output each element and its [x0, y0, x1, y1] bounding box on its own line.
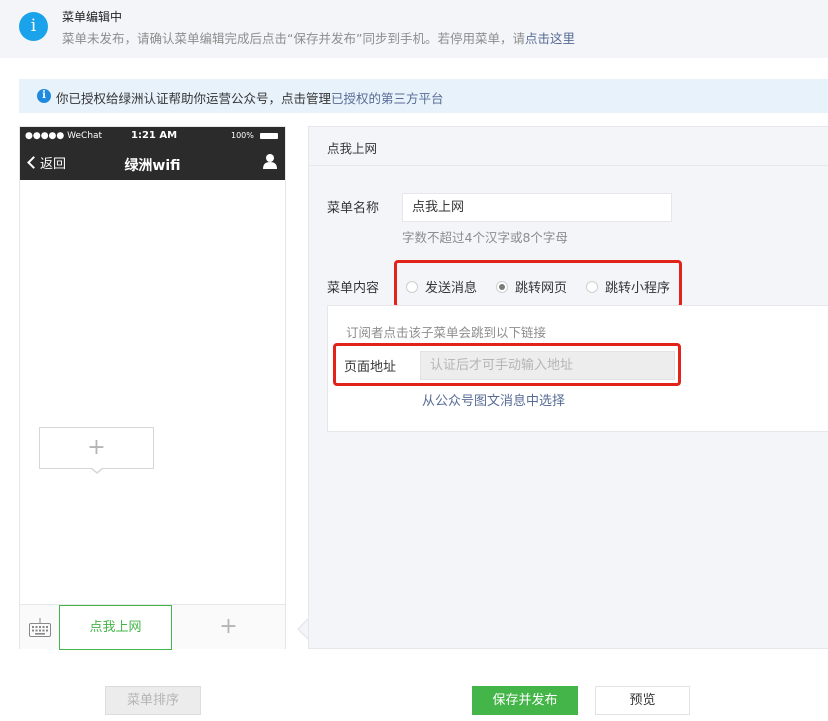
menu-name-label: 菜单名称	[327, 201, 380, 216]
phone-menu-bar: 点我上网 +	[20, 604, 285, 650]
radio-label: 发送消息	[425, 281, 478, 296]
third-party-platform-link[interactable]: 已授权的第三方平台	[331, 91, 444, 106]
phone-header: ●●●●● WeChat 1:21 AM 100% 返回 绿洲wifi	[20, 127, 285, 180]
authorization-banner: i 你已授权给绿洲认证帮助你运营公众号，点击管理已授权的第三方平台	[19, 79, 828, 113]
radio-open-miniprogram[interactable]: 跳转小程序	[586, 277, 670, 296]
editor-title: 点我上网	[327, 141, 378, 156]
save-and-publish-button[interactable]: 保存并发布	[472, 686, 578, 715]
menu-sort-button[interactable]: 菜单排序	[105, 686, 201, 715]
publish-notice: i 菜单编辑中 菜单未发布，请确认菜单编辑完成后点击“保存并发布”同步到手机。若…	[0, 0, 828, 58]
plus-icon: +	[87, 435, 106, 460]
authorization-message: 你已授权给绿洲认证帮助你运营公众号，点击管理	[56, 91, 332, 106]
disable-menu-link[interactable]: 点击这里	[525, 31, 575, 46]
radio-circle-icon	[586, 281, 598, 293]
select-from-articles-link[interactable]: 从公众号图文消息中选择	[422, 390, 565, 409]
radio-label: 跳转小程序	[605, 281, 671, 296]
menu-editor-panel: 点我上网 菜单名称 点我上网 字数不超过4个汉字或8个字母 菜单内容 发送消息 …	[308, 126, 828, 649]
content-type-radio-group: 发送消息 跳转网页 跳转小程序	[394, 260, 682, 308]
menu-content-label: 菜单内容	[327, 281, 380, 296]
submenu-pointer	[90, 467, 104, 474]
info-icon: i	[19, 12, 48, 41]
user-profile-icon[interactable]	[262, 153, 278, 169]
add-main-menu-button[interactable]: +	[172, 605, 285, 650]
battery-icon	[260, 133, 278, 139]
menu-name-hint: 字数不超过4个汉字或8个字母	[402, 230, 568, 245]
battery-label: 100%	[231, 131, 254, 140]
radio-open-webpage[interactable]: 跳转网页	[496, 277, 567, 296]
radio-circle-icon	[406, 281, 418, 293]
menu-name-input[interactable]: 点我上网	[402, 193, 672, 222]
menu-item-selected[interactable]: 点我上网	[59, 605, 172, 650]
radio-send-message[interactable]: 发送消息	[406, 277, 477, 296]
radio-selected-icon	[496, 281, 508, 293]
notice-text: 菜单未发布，请确认菜单编辑完成后点击“保存并发布”同步到手机。若停用菜单，请	[62, 31, 525, 46]
carrier-label: ●●●●● WeChat	[25, 131, 103, 141]
editor-pointer	[297, 618, 309, 640]
authorization-text: 你已授权给绿洲认证帮助你运营公众号，点击管理已授权的第三方平台	[56, 88, 444, 107]
add-sub-menu-button[interactable]: +	[39, 427, 154, 474]
phone-preview: ●●●●● WeChat 1:21 AM 100% 返回 绿洲wifi 点我上网…	[19, 126, 286, 650]
status-time: 1:21 AM	[131, 130, 178, 141]
preview-button[interactable]: 预览	[595, 686, 690, 715]
link-intro-text: 订阅者点击该子菜单会跳到以下链接	[346, 325, 547, 340]
page-url-input[interactable]: 认证后才可手动输入地址	[420, 351, 675, 380]
account-title: 绿洲wifi	[124, 158, 181, 174]
info-icon: i	[37, 89, 51, 103]
page-url-row: 页面地址 认证后才可手动输入地址	[333, 343, 681, 386]
notice-title: 菜单编辑中	[62, 10, 123, 24]
notice-description: 菜单未发布，请确认菜单编辑完成后点击“保存并发布”同步到手机。若停用菜单，请点击…	[62, 28, 575, 47]
page-url-label: 页面地址	[344, 360, 397, 375]
link-settings-box: 订阅者点击该子菜单会跳到以下链接 页面地址 认证后才可手动输入地址 从公众号图文…	[327, 305, 828, 432]
keyboard-icon[interactable]	[28, 617, 52, 639]
divider	[309, 165, 828, 166]
radio-label: 跳转网页	[515, 281, 568, 296]
